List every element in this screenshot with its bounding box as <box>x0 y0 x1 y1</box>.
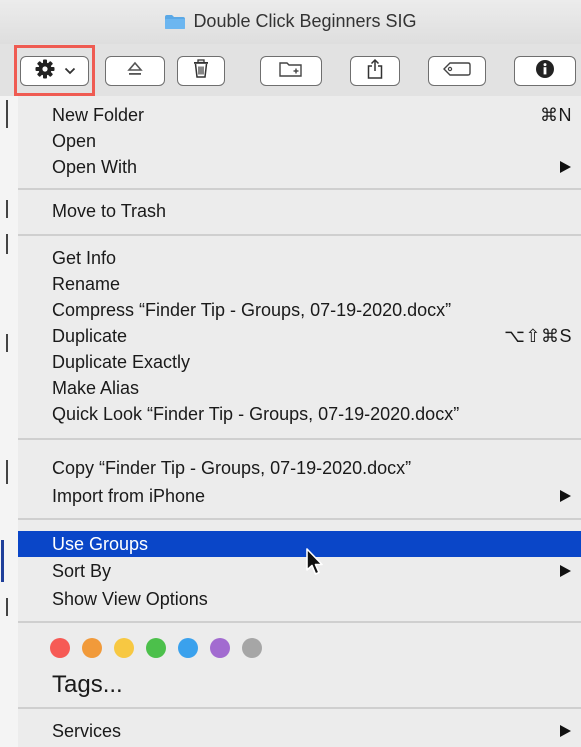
menu-item-label: Move to Trash <box>52 200 167 221</box>
mouse-pointer-icon <box>305 547 327 582</box>
trash-button[interactable] <box>177 56 225 86</box>
menu-item-compress[interactable]: Compress “Finder Tip - Groups, 07-19-202… <box>18 297 581 323</box>
sidebar-edge <box>0 96 20 747</box>
menu-item-label: Make Alias <box>52 377 140 398</box>
menu-item-tags[interactable]: Tags... <box>52 671 123 699</box>
tag-green-icon[interactable] <box>146 638 166 658</box>
submenu-arrow-icon <box>560 725 571 737</box>
menu-separator <box>18 621 581 623</box>
menu-item-shortcut: ⌥⇧⌘S <box>504 325 572 346</box>
menu-item-shortcut: ⌘N <box>540 104 572 125</box>
sidebar-edge-mark <box>6 598 8 616</box>
menu-item-rename[interactable]: Rename <box>18 271 581 297</box>
tag-orange-icon[interactable] <box>82 638 102 658</box>
action-menu-button[interactable] <box>20 56 89 86</box>
sidebar-edge-mark <box>6 334 8 352</box>
menu-item-label: Open With <box>52 156 138 177</box>
title-bar: Double Click Beginners SIG <box>0 0 581 45</box>
new-folder-icon <box>278 60 304 83</box>
folder-icon <box>164 14 186 30</box>
submenu-arrow-icon <box>560 565 571 577</box>
action-context-menu: New Folder ⌘N Open Open With Move to Tra… <box>18 96 581 747</box>
menu-item-import-from-iphone[interactable]: Import from iPhone <box>18 483 581 509</box>
menu-item-show-view-options[interactable]: Show View Options <box>18 586 581 612</box>
menu-item-open-with[interactable]: Open With <box>18 154 581 180</box>
menu-separator <box>18 234 581 236</box>
info-icon <box>535 59 555 84</box>
menu-item-open[interactable]: Open <box>18 128 581 154</box>
eject-button[interactable] <box>105 56 165 86</box>
menu-item-label: Duplicate Exactly <box>52 351 191 372</box>
menu-item-label: Rename <box>52 273 121 294</box>
tag-button[interactable] <box>428 56 486 86</box>
menu-item-get-info[interactable]: Get Info <box>18 245 581 271</box>
trash-icon <box>192 58 210 84</box>
tag-gray-icon[interactable] <box>242 638 262 658</box>
menu-item-new-folder[interactable]: New Folder ⌘N <box>18 102 581 128</box>
share-icon <box>366 58 384 85</box>
share-button[interactable] <box>350 56 400 86</box>
chevron-down-icon <box>64 62 76 80</box>
tag-blue-icon[interactable] <box>178 638 198 658</box>
sidebar-edge-mark <box>6 100 8 128</box>
menu-item-make-alias[interactable]: Make Alias <box>18 375 581 401</box>
tag-red-icon[interactable] <box>50 638 70 658</box>
menu-item-label: Duplicate <box>52 325 128 346</box>
sidebar-edge-mark <box>6 200 8 218</box>
submenu-arrow-icon <box>560 490 571 502</box>
sidebar-edge-mark <box>6 460 8 484</box>
menu-item-label: Import from iPhone <box>52 485 206 506</box>
menu-item-duplicate[interactable]: Duplicate ⌥⇧⌘S <box>18 323 581 349</box>
window-title: Double Click Beginners SIG <box>193 11 417 31</box>
menu-item-sort-by[interactable]: Sort By <box>18 558 581 584</box>
menu-separator <box>18 707 581 709</box>
submenu-arrow-icon <box>560 161 571 173</box>
menu-separator <box>18 518 581 520</box>
menu-separator <box>18 438 581 440</box>
sidebar-selection-mark <box>1 540 4 582</box>
window-title-area: Double Click Beginners SIG <box>0 11 581 32</box>
tag-yellow-icon[interactable] <box>114 638 134 658</box>
menu-item-quick-look[interactable]: Quick Look “Finder Tip - Groups, 07-19-2… <box>18 401 581 427</box>
menu-item-label: Copy “Finder Tip - Groups, 07-19-2020.do… <box>52 457 412 478</box>
tag-icon <box>442 61 472 82</box>
menu-item-label: Show View Options <box>52 588 208 609</box>
sidebar-edge-mark <box>6 234 8 254</box>
toolbar <box>0 44 581 96</box>
menu-item-move-to-trash[interactable]: Move to Trash <box>18 198 581 224</box>
menu-item-label: Services <box>52 720 122 741</box>
get-info-button[interactable] <box>514 56 576 86</box>
menu-item-label: New Folder <box>52 104 145 125</box>
new-folder-button[interactable] <box>260 56 322 86</box>
eject-icon <box>126 61 144 82</box>
tag-purple-icon[interactable] <box>210 638 230 658</box>
menu-item-label: Quick Look “Finder Tip - Groups, 07-19-2… <box>52 403 460 424</box>
menu-item-duplicate-exactly[interactable]: Duplicate Exactly <box>18 349 581 375</box>
menu-item-label: Compress “Finder Tip - Groups, 07-19-202… <box>52 299 452 320</box>
menu-item-label: Get Info <box>52 247 117 268</box>
menu-item-copy[interactable]: Copy “Finder Tip - Groups, 07-19-2020.do… <box>18 455 581 481</box>
gear-icon <box>34 58 56 85</box>
menu-item-use-groups[interactable]: Use Groups <box>18 531 581 557</box>
finder-window: Double Click Beginners SIG New Folder ⌘N… <box>0 0 581 747</box>
menu-separator <box>18 188 581 190</box>
menu-item-label: Open <box>52 130 97 151</box>
menu-item-services[interactable]: Services <box>18 718 581 744</box>
